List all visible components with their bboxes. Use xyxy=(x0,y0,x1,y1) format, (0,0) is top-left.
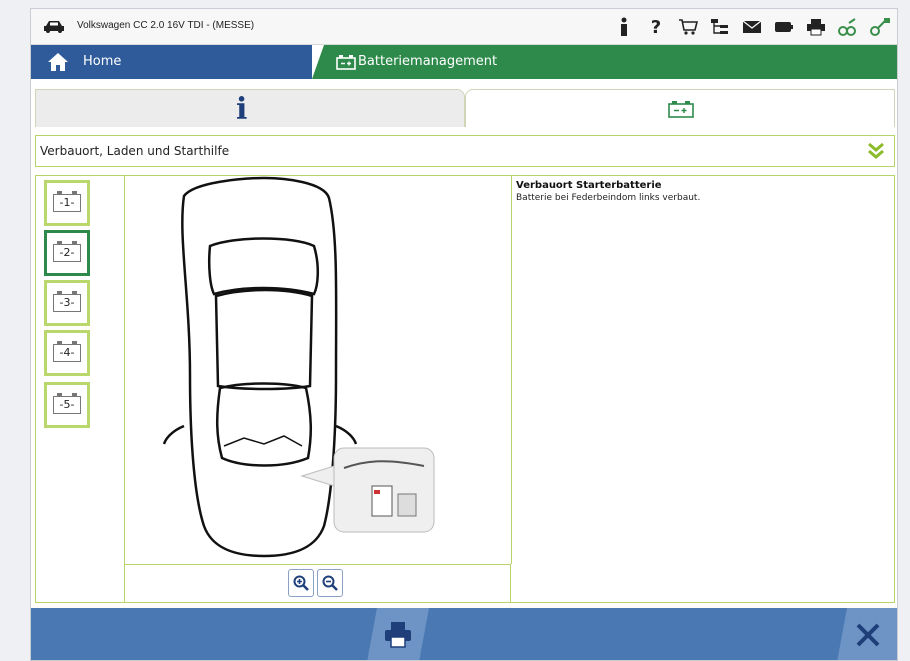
battery-button-4[interactable]: -4- xyxy=(44,330,90,376)
section-header[interactable]: Verbauort, Laden und Starthilfe xyxy=(35,135,895,167)
battery-status-icon[interactable] xyxy=(773,16,795,38)
section-title: Verbauort, Laden und Starthilfe xyxy=(40,144,230,158)
battery-label: -3- xyxy=(53,291,81,312)
tab-battery[interactable] xyxy=(465,89,895,127)
module-nav-item[interactable]: Batteriemanagement xyxy=(312,45,897,79)
person-icon[interactable] xyxy=(613,16,635,38)
tree-icon[interactable] xyxy=(709,16,731,38)
zoom-out-icon xyxy=(322,575,338,591)
network-icon[interactable] xyxy=(869,16,891,38)
connect-icon[interactable] xyxy=(837,16,859,38)
battery-icon xyxy=(336,54,356,74)
help-icon[interactable]: ? xyxy=(645,16,667,38)
print-button[interactable] xyxy=(367,608,429,661)
description-body: Batterie bei Federbeindom links verbaut. xyxy=(516,193,701,203)
battery-button-2[interactable]: -2- xyxy=(44,230,90,276)
cart-icon[interactable] xyxy=(677,16,699,38)
content-panel: -1- -2- -3- -4- -5- Verbauort Starterbat… xyxy=(35,175,895,603)
toolbar-icons: ? xyxy=(613,16,891,38)
zoom-toolbar xyxy=(124,564,511,602)
battery-label: -5- xyxy=(53,393,81,414)
car-icon xyxy=(43,19,65,38)
app-window: Volkswagen CC 2.0 16V TDI - (MESSE) ? Ho… xyxy=(30,8,898,661)
title-bar: Volkswagen CC 2.0 16V TDI - (MESSE) ? xyxy=(31,9,897,45)
zoom-out-button[interactable] xyxy=(317,569,343,597)
close-icon xyxy=(856,623,880,647)
home-label: Home xyxy=(83,54,122,69)
bottom-bar xyxy=(31,608,897,661)
battery-button-1[interactable]: -1- xyxy=(44,180,90,226)
zoom-in-icon xyxy=(293,575,309,591)
description-title: Verbauort Starterbatterie xyxy=(516,180,662,191)
tab-info[interactable]: i xyxy=(35,89,465,127)
window-title: Volkswagen CC 2.0 16V TDI - (MESSE) xyxy=(77,20,255,31)
info-icon: i xyxy=(236,92,248,127)
battery-button-5[interactable]: -5- xyxy=(44,382,90,428)
print-icon xyxy=(383,621,413,649)
battery-icon xyxy=(668,100,694,122)
mail-icon[interactable] xyxy=(741,16,763,38)
battery-button-3[interactable]: -3- xyxy=(44,280,90,326)
home-nav-button[interactable]: Home xyxy=(31,45,312,79)
zoom-in-button[interactable] xyxy=(288,569,314,597)
car-outline-image xyxy=(162,176,435,558)
close-button[interactable] xyxy=(837,608,897,660)
battery-label: -4- xyxy=(53,341,81,362)
tab-strip: i xyxy=(31,79,897,129)
print-icon[interactable] xyxy=(805,16,827,38)
double-chevron-down-icon[interactable] xyxy=(866,141,886,165)
module-label: Batteriemanagement xyxy=(358,54,498,69)
home-icon xyxy=(47,52,69,76)
car-diagram xyxy=(124,176,512,564)
battery-selector: -1- -2- -3- -4- -5- xyxy=(36,176,125,602)
nav-bar: Home Batteriemanagement xyxy=(31,45,897,79)
battery-label: -1- xyxy=(53,191,81,212)
description-panel: Verbauort Starterbatterie Batterie bei F… xyxy=(512,176,892,602)
battery-label: -2- xyxy=(53,241,81,262)
